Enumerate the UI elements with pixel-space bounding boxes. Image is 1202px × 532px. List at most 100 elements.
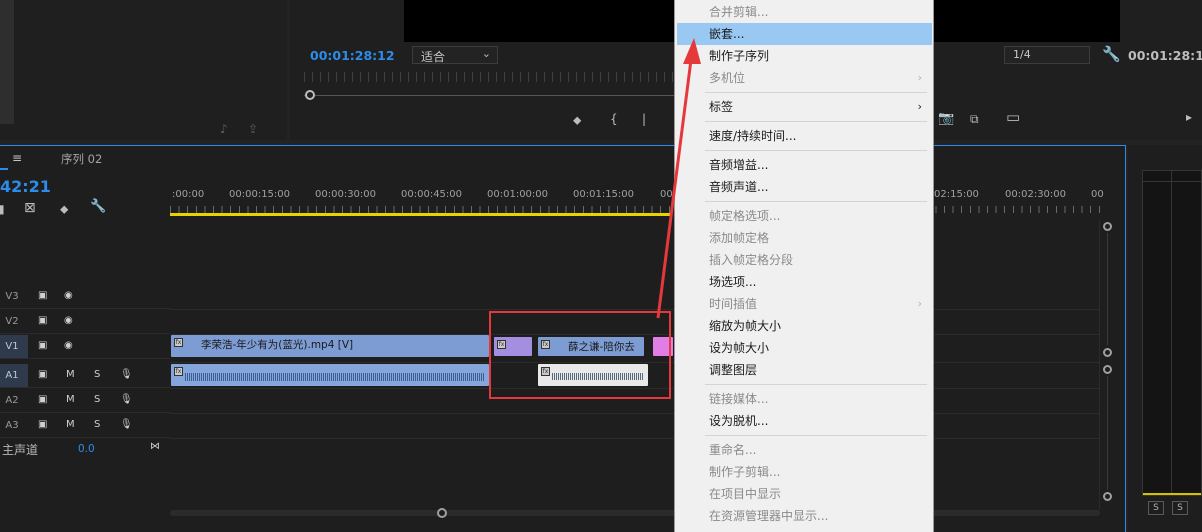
film-icon[interactable]: ▣ xyxy=(38,419,47,430)
export-frame-icon[interactable]: ⇪ xyxy=(248,122,258,136)
program-scrub-bar[interactable] xyxy=(304,95,684,96)
add-marker-icon[interactable]: ⬥ xyxy=(573,113,581,127)
ruler-label: 00 xyxy=(660,189,673,200)
tab-sequence-02[interactable]: 序列 02 xyxy=(61,151,102,167)
lane-v3[interactable] xyxy=(170,285,1100,310)
compare-view-icon[interactable]: ⧉ xyxy=(970,112,979,126)
menu-item-field-options[interactable]: 场选项... xyxy=(677,271,932,293)
add-marker-timeline-icon[interactable]: ⬥ xyxy=(60,202,68,216)
time-ruler[interactable]: :00:00 00:00:15:00 00:00:30:00 00:00:45:… xyxy=(170,186,1104,218)
track-header-v3: V3 ▣ ◉ xyxy=(0,285,170,309)
film-icon[interactable]: ▣ xyxy=(38,340,47,351)
resolution-dropdown[interactable]: 1/4 xyxy=(1004,46,1090,64)
context-menu: 合并剪辑... 嵌套... 制作子序列 多机位 › 标签 › 速度/持续时间... … xyxy=(674,0,934,532)
solo-button[interactable]: S xyxy=(94,394,100,405)
track-header-v2: V2 ▣ ◉ xyxy=(0,310,170,334)
video-track-scroll-handle[interactable] xyxy=(1103,222,1112,231)
nest-toggle-icon[interactable]: ▮ xyxy=(0,202,5,216)
horizontal-scroll-handle[interactable] xyxy=(437,508,447,518)
audio-track-scroll-handle[interactable] xyxy=(1103,492,1112,501)
solo-button[interactable]: S xyxy=(94,369,100,380)
menu-item-reveal-in-project[interactable]: 在项目中显示 xyxy=(677,483,932,505)
fit-dropdown[interactable]: 适合 ⌄ xyxy=(412,46,498,64)
film-icon[interactable]: ▣ xyxy=(38,315,47,326)
eye-icon[interactable]: ◉ xyxy=(64,315,73,326)
menu-item-rename[interactable]: 重命名... xyxy=(677,439,932,461)
audio-only-icon[interactable]: ♪ xyxy=(220,122,228,136)
menu-item-reveal-in-explorer[interactable]: 在资源管理器中显示... xyxy=(677,505,932,527)
track-header-a3: A3 ▣ M S 🎙 xyxy=(0,414,170,438)
bow-tie-icon[interactable]: ⋈ xyxy=(150,441,160,452)
more-icon[interactable]: ▸ xyxy=(1186,110,1192,124)
film-icon[interactable]: ▣ xyxy=(38,394,47,405)
film-icon[interactable]: ▣ xyxy=(38,369,47,380)
menu-item-audio-gain[interactable]: 音频增益... xyxy=(677,154,932,176)
menu-item-scale-to-frame-size[interactable]: 缩放为帧大小 xyxy=(677,315,932,337)
submenu-arrow-icon: › xyxy=(917,100,922,113)
wrench-icon[interactable]: 🔧 xyxy=(1102,47,1121,62)
ruler-label: 00:02:30:00 xyxy=(1005,189,1067,200)
solo-left-button[interactable]: S xyxy=(1148,501,1164,515)
menu-item-label[interactable]: 标签 › xyxy=(677,96,932,118)
hamburger-icon[interactable]: ≡ xyxy=(12,151,22,165)
solo-right-button[interactable]: S xyxy=(1172,501,1188,515)
menu-item-adjustment-layer[interactable]: 调整图层 xyxy=(677,359,932,381)
mute-button[interactable]: M xyxy=(66,394,75,405)
timeline-wrench-icon[interactable]: 🔧 xyxy=(90,200,106,214)
menu-item-audio-channels[interactable]: 音频声道... xyxy=(677,176,932,198)
solo-right-label: S xyxy=(1177,503,1183,513)
microphone-icon[interactable]: 🎙 xyxy=(120,394,133,405)
mute-button[interactable]: M xyxy=(66,369,75,380)
track-header-v1: V1 ▣ ◉ xyxy=(0,335,170,359)
film-icon[interactable]: ▣ xyxy=(38,290,47,301)
menu-item-time-interpolation[interactable]: 时间插值 › xyxy=(677,293,932,315)
solo-button[interactable]: S xyxy=(94,419,100,430)
timeline-current-time[interactable]: 42:21 xyxy=(0,177,51,196)
menu-item-make-subclip[interactable]: 制作子剪辑... xyxy=(677,461,932,483)
menu-item-multicamera[interactable]: 多机位 › xyxy=(677,67,932,89)
menu-item-frame-hold-options[interactable]: 帧定格选项... xyxy=(677,205,932,227)
program-timecode-left[interactable]: 00:01:28:12 xyxy=(310,48,395,63)
eye-icon[interactable]: ◉ xyxy=(64,340,73,351)
menu-item-add-frame-hold[interactable]: 添加帧定格 xyxy=(677,227,932,249)
program-scrub-handle[interactable] xyxy=(305,90,315,100)
audio-meter-bars xyxy=(1142,170,1202,496)
snap-icon[interactable]: ⊠ xyxy=(24,201,36,215)
eye-icon[interactable]: ◉ xyxy=(64,290,73,301)
lane-a3[interactable] xyxy=(170,414,1100,439)
track-header-master: 主声道 0.0 ⋈ xyxy=(0,439,170,463)
menu-separator xyxy=(705,384,927,385)
menu-item-merge-clips[interactable]: 合并剪辑... xyxy=(677,1,932,23)
video-clip[interactable]: fx 李荣浩-年少有为(蓝光).mp4 [V] xyxy=(171,335,489,357)
microphone-icon[interactable]: 🎙 xyxy=(120,419,133,430)
mute-button[interactable]: M xyxy=(66,419,75,430)
audio-clip[interactable]: fx xyxy=(171,364,489,386)
ruler-label: 00 xyxy=(1091,189,1104,200)
menu-item-insert-frame-hold-segment[interactable]: 插入帧定格分段 xyxy=(677,249,932,271)
menu-item-make-subsequence[interactable]: 制作子序列 xyxy=(677,45,932,67)
horizontal-scrollbar[interactable] xyxy=(170,510,1100,516)
camera-icon[interactable]: 📷 xyxy=(938,112,954,126)
safe-margins-icon[interactable]: ▭ xyxy=(1006,110,1020,125)
program-timecode-right: 00:01:28:12 xyxy=(1128,48,1202,63)
waveform xyxy=(185,373,485,381)
menu-item-link-media[interactable]: 链接媒体... xyxy=(677,388,932,410)
menu-item-nest[interactable]: 嵌套... xyxy=(677,23,932,45)
track-header-a1: A1 ▣ M S 🎙 xyxy=(0,364,170,388)
mark-out-icon[interactable]: | xyxy=(642,112,646,126)
program-mini-ruler[interactable] xyxy=(304,72,674,82)
menu-separator xyxy=(705,121,927,122)
audio-track-scroll-handle[interactable] xyxy=(1103,365,1112,374)
resolution-label: 1/4 xyxy=(1013,48,1031,61)
menu-item-make-offline[interactable]: 设为脱机... xyxy=(677,410,932,432)
work-area-bar[interactable] xyxy=(170,213,670,216)
master-volume-value[interactable]: 0.0 xyxy=(78,443,95,455)
meter-top-line xyxy=(1143,181,1201,182)
mark-in-icon[interactable]: { xyxy=(610,112,618,126)
menu-item-set-to-frame-size[interactable]: 设为帧大小 xyxy=(677,337,932,359)
menu-item-speed-duration[interactable]: 速度/持续时间... xyxy=(677,125,932,147)
fx-badge-icon: fx xyxy=(174,367,183,376)
microphone-icon[interactable]: 🎙 xyxy=(120,369,133,380)
scroll-track xyxy=(1107,233,1108,345)
video-track-scroll-handle[interactable] xyxy=(1103,348,1112,357)
